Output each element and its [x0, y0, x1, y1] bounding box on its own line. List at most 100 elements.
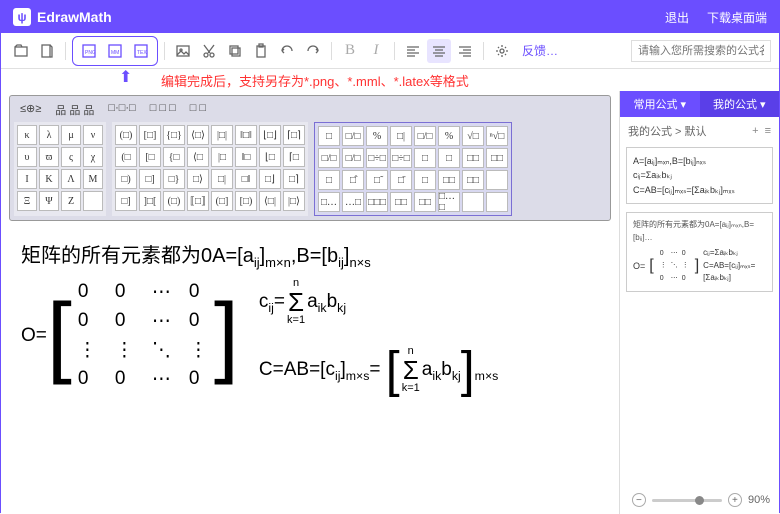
- palette-cell[interactable]: ⟨□: [187, 147, 209, 167]
- palette-cell[interactable]: [486, 192, 508, 212]
- undo-icon[interactable]: [275, 39, 299, 63]
- palette-cell[interactable]: □}: [163, 169, 185, 189]
- palette-cell[interactable]: [486, 170, 508, 190]
- palette-cell[interactable]: ⌈□: [283, 147, 305, 167]
- italic-icon[interactable]: I: [364, 39, 388, 63]
- palette-cell[interactable]: □□: [462, 148, 484, 168]
- palette-cell[interactable]: ]□[: [139, 191, 161, 211]
- palette-cell[interactable]: ⌈□⌉: [283, 125, 305, 145]
- palette-cell[interactable]: %: [438, 126, 460, 146]
- palette-tab[interactable]: □·□·□: [108, 102, 135, 118]
- palette-cell[interactable]: Μ: [83, 169, 103, 189]
- palette-cell[interactable]: %: [366, 126, 388, 146]
- palette-cell[interactable]: {□: [163, 147, 185, 167]
- palette-tab[interactable]: ≤⊕≥: [20, 102, 41, 118]
- zoom-in-button[interactable]: +: [728, 493, 742, 507]
- palette-cell[interactable]: ⌊□: [259, 147, 281, 167]
- palette-cell[interactable]: ⌊□⌋: [259, 125, 281, 145]
- palette-cell[interactable]: (□): [115, 125, 137, 145]
- palette-cell[interactable]: □̃: [366, 170, 388, 190]
- tab-mine[interactable]: 我的公式 ▾: [700, 91, 780, 117]
- export-latex-icon[interactable]: TEX: [129, 39, 153, 63]
- palette-cell[interactable]: □÷□: [390, 148, 412, 168]
- palette-tab[interactable]: 品 品 品: [55, 102, 94, 118]
- palette-cell[interactable]: □: [414, 170, 436, 190]
- palette-cell[interactable]: ⟨□|: [259, 191, 281, 211]
- palette-cell[interactable]: ‖□‖: [235, 125, 257, 145]
- palette-cell[interactable]: □|: [211, 169, 233, 189]
- zoom-slider[interactable]: [652, 499, 722, 502]
- insert-image-icon[interactable]: [171, 39, 195, 63]
- palette-cell[interactable]: □: [414, 148, 436, 168]
- palette-cell[interactable]: [83, 191, 103, 211]
- palette-cell[interactable]: ‖□: [235, 147, 257, 167]
- palette-cell[interactable]: (□: [115, 147, 137, 167]
- palette-cell[interactable]: □: [318, 170, 340, 190]
- add-icon[interactable]: +: [752, 125, 758, 137]
- palette-cell[interactable]: □/□: [414, 126, 436, 146]
- export-png-icon[interactable]: PNG: [77, 39, 101, 63]
- palette-cell[interactable]: □: [438, 148, 460, 168]
- search-input[interactable]: [631, 40, 771, 62]
- align-center-icon[interactable]: [427, 39, 451, 63]
- palette-cell[interactable]: □□: [462, 170, 484, 190]
- palette-cell[interactable]: Ι: [17, 169, 37, 189]
- paste-icon[interactable]: [249, 39, 273, 63]
- palette-cell[interactable]: Λ: [61, 169, 81, 189]
- feedback-link[interactable]: 反馈…: [522, 42, 558, 59]
- palette-cell[interactable]: |□: [211, 147, 233, 167]
- open-icon[interactable]: [9, 39, 33, 63]
- palette-tab[interactable]: □ □ □: [150, 102, 176, 118]
- palette-cell[interactable]: □⌋: [259, 169, 281, 189]
- palette-cell[interactable]: λ: [39, 125, 59, 145]
- palette-cell[interactable]: □/□: [318, 148, 340, 168]
- palette-cell[interactable]: [□]: [139, 125, 161, 145]
- palette-cell[interactable]: ⁿ√□: [486, 126, 508, 146]
- palette-cell[interactable]: □⌉: [283, 169, 305, 189]
- formula-editor[interactable]: 矩阵的所有元素都为0A=[aij]m×n,B=[bij]n×s O= [ 00⋯…: [1, 225, 619, 514]
- palette-cell[interactable]: □□: [390, 192, 412, 212]
- palette-cell[interactable]: □□: [486, 148, 508, 168]
- new-icon[interactable]: [35, 39, 59, 63]
- palette-cell[interactable]: Ψ: [39, 191, 59, 211]
- download-link[interactable]: 下载桌面端: [707, 9, 767, 26]
- align-right-icon[interactable]: [453, 39, 477, 63]
- palette-cell[interactable]: Ξ: [17, 191, 37, 211]
- palette-cell[interactable]: □]: [139, 169, 161, 189]
- palette-cell[interactable]: ς: [61, 147, 81, 167]
- palette-cell[interactable]: □÷□: [366, 148, 388, 168]
- palette-cell[interactable]: ν: [83, 125, 103, 145]
- palette-cell[interactable]: [□: [139, 147, 161, 167]
- palette-cell[interactable]: □): [115, 169, 137, 189]
- palette-cell[interactable]: …□: [342, 192, 364, 212]
- palette-cell[interactable]: □…□: [438, 192, 460, 212]
- palette-cell[interactable]: □⟩: [187, 169, 209, 189]
- palette-cell[interactable]: κ: [17, 125, 37, 145]
- palette-cell[interactable]: |□|: [211, 125, 233, 145]
- palette-cell[interactable]: □/□: [342, 148, 364, 168]
- palette-cell[interactable]: ϖ: [39, 147, 59, 167]
- palette-cell[interactable]: χ: [83, 147, 103, 167]
- palette-cell[interactable]: ⟨□⟩: [187, 125, 209, 145]
- palette-cell[interactable]: □□: [414, 192, 436, 212]
- palette-tab[interactable]: □ □: [190, 102, 206, 118]
- palette-cell[interactable]: □‖: [235, 169, 257, 189]
- copy-icon[interactable]: [223, 39, 247, 63]
- redo-icon[interactable]: [301, 39, 325, 63]
- palette-cell[interactable]: μ: [61, 125, 81, 145]
- palette-cell[interactable]: □|: [390, 126, 412, 146]
- cut-icon[interactable]: [197, 39, 221, 63]
- palette-cell[interactable]: Κ: [39, 169, 59, 189]
- palette-cell[interactable]: {□}: [163, 125, 185, 145]
- formula-card[interactable]: 矩阵的所有元素都为0A=[aᵢⱼ]ₘₓₙ,B=[bᵢⱼ]… O= [0⋯0⋮⋱⋮…: [626, 212, 773, 292]
- palette-cell[interactable]: (□]: [211, 191, 233, 211]
- palette-cell[interactable]: |□⟩: [283, 191, 305, 211]
- palette-cell[interactable]: □/□: [342, 126, 364, 146]
- palette-cell[interactable]: □̄: [390, 170, 412, 190]
- palette-cell[interactable]: [462, 192, 484, 212]
- export-mml-icon[interactable]: MM: [103, 39, 127, 63]
- tab-common[interactable]: 常用公式 ▾: [620, 91, 700, 117]
- exit-link[interactable]: 退出: [665, 9, 689, 26]
- palette-cell[interactable]: ⟦□⟧: [187, 191, 209, 211]
- palette-cell[interactable]: □…: [318, 192, 340, 212]
